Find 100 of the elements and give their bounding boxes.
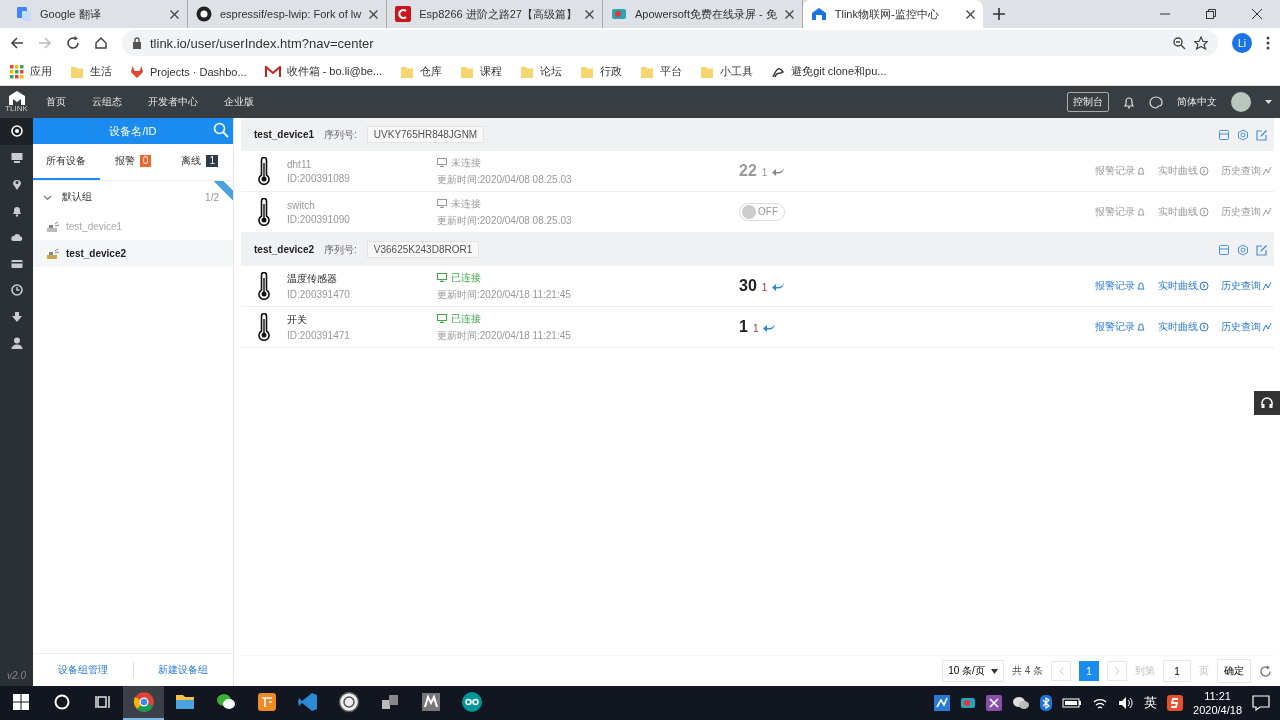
user-icon [10, 337, 23, 350]
circle-icon [53, 694, 70, 710]
nav-link[interactable]: 企业版 [211, 95, 267, 109]
settings-icon[interactable] [1237, 243, 1249, 256]
database-icon[interactable] [1218, 128, 1230, 141]
edit-icon[interactable] [1256, 243, 1268, 256]
count-badge: 1 [206, 155, 218, 167]
ime-app-icon[interactable] [1167, 695, 1184, 711]
more-icon[interactable] [1266, 36, 1270, 50]
close-icon[interactable] [369, 9, 379, 19]
bookmark-link[interactable]: 仓库 [420, 64, 443, 79]
search-field[interactable]: 设备名/ID [33, 118, 233, 144]
sensor-id: ID:200391471 [287, 330, 351, 341]
bookmark-link[interactable]: Projects · Dashbo... [150, 65, 247, 78]
taskbar-app[interactable] [123, 686, 164, 720]
close-icon[interactable] [584, 9, 594, 19]
record-link[interactable]: 实时曲线 [1158, 320, 1209, 334]
confirm-button[interactable]: 确定 [1217, 659, 1251, 683]
bookmark-link[interactable]: 生活 [90, 64, 112, 79]
browser-tab[interactable]: Tlink物联网-监控中心 [802, 0, 983, 28]
total-count: 共 4 条 [1011, 664, 1043, 678]
bookmark-link[interactable]: 小工具 [720, 64, 754, 79]
bookmark-link[interactable]: 避免git clone和pu... [791, 64, 887, 79]
page-unit-label: 页 [1199, 664, 1209, 678]
new-tab-icon[interactable] [992, 8, 1005, 20]
count-badge: 0 [139, 155, 152, 167]
monitor-icon [437, 273, 447, 282]
page-size-select[interactable]: 10 条/页 [942, 660, 1004, 682]
filter-tab[interactable]: 离线 1 [166, 144, 233, 180]
unit-label: 1 [752, 323, 759, 334]
filter-tab[interactable]: 报警 0 [99, 144, 167, 180]
language-selector[interactable]: 简体中文 [1177, 95, 1217, 109]
home-icon[interactable] [94, 36, 108, 50]
bookmark-link[interactable]: 平台 [660, 64, 683, 79]
footer-link[interactable]: 新建设备组 [133, 663, 233, 677]
nav-link[interactable]: 首页 [33, 95, 79, 109]
support-button[interactable] [1254, 391, 1280, 415]
return-arrow-icon[interactable] [772, 282, 786, 291]
footer-link[interactable]: 设备组管理 [33, 663, 133, 677]
sensor-name: switch [287, 199, 316, 211]
star-icon[interactable] [1194, 36, 1208, 50]
record-link[interactable]: 实时曲线 [1158, 279, 1209, 293]
device-item[interactable]: test_device2 [33, 240, 233, 267]
chevron-right-icon [1114, 667, 1120, 675]
database-icon[interactable] [1218, 243, 1230, 256]
thermometer-icon [257, 313, 271, 341]
notification-icon[interactable] [1252, 695, 1270, 711]
bookmark-link[interactable]: 应用 [30, 64, 52, 79]
console-button[interactable]: 控制台 [1067, 92, 1109, 112]
bluetooth-icon[interactable] [1040, 695, 1053, 711]
taskbar-clock[interactable]: 11:21 2020/4/18 [1193, 689, 1242, 717]
return-arrow-icon[interactable] [763, 323, 777, 332]
record-link[interactable]: 历史查询 [1221, 279, 1272, 293]
bell-icon[interactable] [1123, 95, 1135, 109]
close-icon[interactable] [784, 9, 794, 19]
logo-text: TLINK [5, 105, 28, 113]
close-icon[interactable] [965, 9, 975, 19]
bookmark-link[interactable]: 论坛 [540, 64, 563, 79]
tray-app-icon[interactable] [986, 695, 1003, 711]
reload-icon[interactable] [66, 36, 80, 50]
infinity-icon [460, 691, 483, 713]
volume-icon[interactable] [1118, 696, 1135, 710]
profile-avatar[interactable]: Li [1232, 33, 1252, 53]
record-link[interactable]: 报警记录 [1095, 279, 1146, 293]
nav-link[interactable]: 开发者中心 [135, 95, 211, 109]
user-avatar[interactable] [1231, 92, 1251, 112]
play-circle-icon [1199, 166, 1209, 176]
close-icon[interactable] [170, 9, 179, 19]
chat-bubbles-icon[interactable] [1012, 695, 1031, 711]
record-link[interactable]: 报警记录 [1095, 320, 1146, 334]
battery-icon[interactable] [1062, 697, 1083, 709]
caret-icon[interactable] [1265, 100, 1272, 104]
edit-icon[interactable] [1256, 128, 1268, 141]
back-icon[interactable] [10, 36, 24, 50]
sensor-value: 22 [739, 162, 757, 180]
folder-icon [520, 64, 535, 79]
page-input[interactable]: 1 [1163, 660, 1191, 682]
sensor-name: 温度传感器 [287, 272, 338, 286]
connection-status: 未连接 [437, 155, 739, 170]
filter-tab[interactable]: 所有设备 [33, 144, 100, 180]
settings-icon[interactable] [1237, 128, 1249, 141]
return-arrow-icon[interactable] [772, 167, 786, 176]
refresh-icon[interactable] [1259, 664, 1272, 678]
search-icon[interactable] [213, 122, 229, 138]
device-name: test_device1 [254, 129, 315, 140]
folder-icon [700, 64, 715, 79]
camera-icon[interactable] [960, 695, 977, 711]
tray-app-icon[interactable] [934, 695, 951, 711]
bookmark-link[interactable]: 行政 [600, 64, 623, 79]
nav-link[interactable]: 云组态 [79, 95, 135, 109]
wifi-icon[interactable] [1092, 696, 1109, 710]
input-method-indicator[interactable]: 英 [1144, 694, 1158, 712]
folder-icon [460, 64, 475, 79]
bookmark-link[interactable]: 收件箱 - bo.li@be... [286, 64, 383, 79]
folder-icon [640, 64, 655, 79]
record-link[interactable]: 历史查询 [1221, 320, 1272, 334]
zoom-out-icon[interactable] [1173, 36, 1186, 50]
bookmark-link[interactable]: 课程 [480, 64, 503, 79]
address-bar[interactable]: tlink.io/user/userIndex.htm?nav=center [122, 30, 1218, 56]
tlink-logo-icon [7, 91, 26, 105]
